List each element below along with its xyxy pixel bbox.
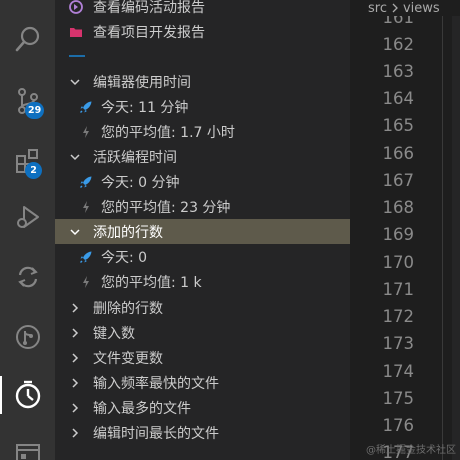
view-activity-report-label: 查看编码活动报告 xyxy=(93,0,205,16)
chevron-down-icon xyxy=(70,153,80,160)
section-keystrokes[interactable]: 键入数 xyxy=(55,320,350,345)
section-keystrokes-title: 键入数 xyxy=(93,325,135,342)
code-time-icon[interactable] xyxy=(0,370,55,420)
section-longest-edit-files-title: 编辑时间最长的文件 xyxy=(93,425,219,442)
line-number: 165 xyxy=(382,116,415,135)
chevron-right-icon xyxy=(72,427,79,438)
chevron-right-icon xyxy=(392,3,398,13)
view-project-report-label: 查看项目开发报告 xyxy=(93,24,205,41)
indent-guide xyxy=(442,0,443,460)
lines-added-average: 您的平均值: 1 k xyxy=(101,274,202,291)
section-lines-removed[interactable]: 删除的行数 xyxy=(55,295,350,320)
watermark-text: @稀土掘金技术社区 xyxy=(366,445,456,456)
line-number: 170 xyxy=(382,253,415,272)
rocket-icon xyxy=(80,251,92,263)
search-icon[interactable] xyxy=(0,14,55,64)
sync-icon[interactable] xyxy=(0,252,55,302)
chevron-right-icon xyxy=(72,352,79,363)
line-number: 172 xyxy=(382,307,415,326)
code-time-sidebar: 查看编码活动报告 查看项目开发报告 编辑器使用时间 今天: 11 分钟 您的平均… xyxy=(55,0,350,460)
source-control-icon[interactable]: 29 xyxy=(0,76,55,126)
source-control-badge: 29 xyxy=(25,102,45,119)
section-lines-added[interactable]: 添加的行数 xyxy=(55,219,350,244)
line-number: 166 xyxy=(382,144,415,163)
section-most-typed-files-title: 输入最多的文件 xyxy=(93,400,191,417)
line-number: 167 xyxy=(382,171,415,190)
rocket-icon xyxy=(80,101,92,113)
editor-time-today: 今天: 11 分钟 xyxy=(101,99,189,116)
list-item[interactable]: 您的平均值: 1 k xyxy=(55,269,350,294)
section-editor-time-title: 编辑器使用时间 xyxy=(93,74,191,91)
lines-added-today: 今天: 0 xyxy=(101,249,148,266)
chevron-right-icon xyxy=(72,402,79,413)
view-activity-report-link[interactable]: 查看编码活动报告 xyxy=(55,0,350,19)
line-number: 175 xyxy=(382,389,415,408)
editor-area[interactable]: src views 161 162 163 164 165 166 167 16… xyxy=(350,0,460,460)
line-number: 174 xyxy=(382,362,415,381)
extensions-icon[interactable]: 2 xyxy=(0,136,55,186)
list-item[interactable]: 您的平均值: 1.7 小时 xyxy=(55,119,350,144)
git-graph-icon[interactable] xyxy=(0,312,55,362)
line-number: 162 xyxy=(382,35,415,54)
section-files-changed[interactable]: 文件变更数 xyxy=(55,345,350,370)
section-active-coding-time-title: 活跃编程时间 xyxy=(93,149,177,166)
chevron-right-icon xyxy=(72,302,79,313)
folder-icon xyxy=(70,27,82,37)
rocket-icon xyxy=(80,176,92,188)
line-number: 169 xyxy=(382,225,415,244)
browser-icon[interactable] xyxy=(0,428,55,460)
lightning-icon xyxy=(83,125,89,138)
line-number: 173 xyxy=(382,334,415,353)
line-number: 176 xyxy=(382,416,415,435)
list-item[interactable]: 今天: 0 xyxy=(55,244,350,269)
breadcrumb: src views xyxy=(350,0,460,16)
lightning-icon xyxy=(83,200,89,213)
section-lines-added-title: 添加的行数 xyxy=(93,224,163,241)
section-fastest-typed-files-title: 输入频率最快的文件 xyxy=(93,375,219,392)
section-editor-time[interactable]: 编辑器使用时间 xyxy=(55,69,350,94)
breadcrumb-item-views[interactable]: views xyxy=(403,1,440,16)
chevron-down-icon xyxy=(70,228,80,235)
list-item[interactable]: 今天: 11 分钟 xyxy=(55,94,350,119)
minimap[interactable] xyxy=(452,0,460,460)
activity-bar: 29 2 xyxy=(0,0,55,460)
section-files-changed-title: 文件变更数 xyxy=(93,350,163,367)
section-most-typed-files[interactable]: 输入最多的文件 xyxy=(55,395,350,420)
list-item[interactable]: 今天: 0 分钟 xyxy=(55,169,350,194)
report-icon xyxy=(69,0,83,14)
active-coding-average: 您的平均值: 23 分钟 xyxy=(101,199,231,216)
line-number: 168 xyxy=(382,198,415,217)
section-fastest-typed-files[interactable]: 输入频率最快的文件 xyxy=(55,370,350,395)
section-longest-edit-files[interactable]: 编辑时间最长的文件 xyxy=(55,420,350,445)
section-divider xyxy=(69,55,85,57)
view-project-report-link[interactable]: 查看项目开发报告 xyxy=(55,19,350,44)
list-item[interactable]: 您的平均值: 23 分钟 xyxy=(55,194,350,219)
chevron-right-icon xyxy=(72,377,79,388)
line-number: 164 xyxy=(382,89,415,108)
extensions-badge: 2 xyxy=(25,162,42,179)
line-number: 171 xyxy=(382,280,415,299)
chevron-down-icon xyxy=(70,78,80,85)
section-active-coding-time[interactable]: 活跃编程时间 xyxy=(55,144,350,169)
editor-time-average: 您的平均值: 1.7 小时 xyxy=(101,124,235,141)
line-number: 163 xyxy=(382,62,415,81)
section-lines-removed-title: 删除的行数 xyxy=(93,300,163,317)
active-coding-today: 今天: 0 分钟 xyxy=(101,174,180,191)
lightning-icon xyxy=(83,275,89,288)
breadcrumb-item-src[interactable]: src xyxy=(368,1,387,16)
run-debug-icon[interactable] xyxy=(0,192,55,242)
chevron-right-icon xyxy=(72,327,79,338)
